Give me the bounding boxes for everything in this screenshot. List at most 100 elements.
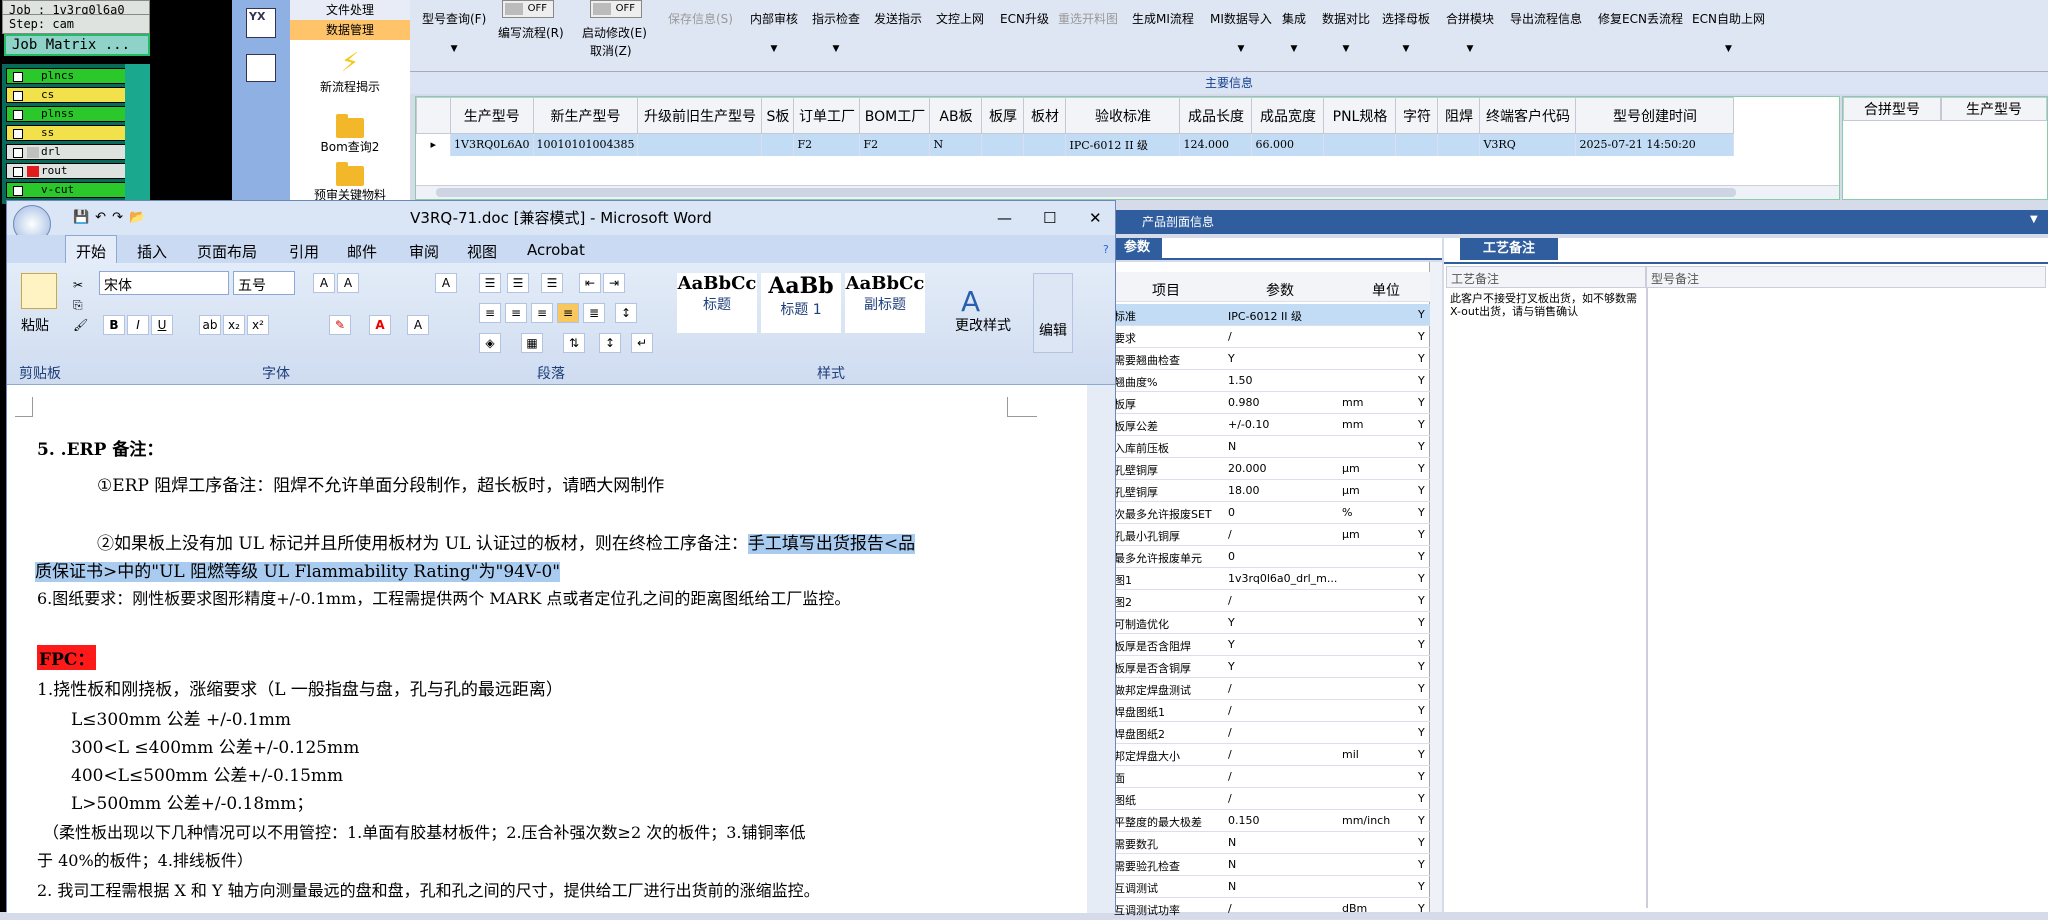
paste-label[interactable]: 粘贴 <box>21 315 49 335</box>
param-row[interactable]: 孔最小孔铜厚 / μm Y <box>1112 524 1430 546</box>
line-spacing-button[interactable]: ↕ <box>615 303 637 323</box>
tb-ecn[interactable]: ECN升级 <box>1000 10 1049 27</box>
clipboard-tools[interactable]: ✂ ⎘ 🖌 <box>73 275 88 335</box>
numbering-button[interactable]: ☰ <box>507 273 529 293</box>
param-row[interactable]: 要求 / Y <box>1112 326 1430 348</box>
grid-column-header[interactable]: S板 <box>761 97 795 134</box>
grid-column-header[interactable]: 成品宽度 <box>1251 97 1325 134</box>
grid-cell[interactable]: V3RQ <box>1479 133 1577 156</box>
param-row[interactable]: 互调测试功率 / dBm Y <box>1112 898 1430 920</box>
tb-merge[interactable]: 合拼模块 ▼ <box>1446 10 1494 54</box>
layer-item[interactable]: cs <box>6 87 126 103</box>
tb-doc-control[interactable]: 文控上网 <box>936 10 984 27</box>
tb-send[interactable]: 发送指示 <box>874 10 922 27</box>
layer-checkbox[interactable] <box>13 167 23 177</box>
layer-checkbox[interactable] <box>13 186 23 196</box>
tb-mi-import[interactable]: MI数据导入 ▼ <box>1210 10 1272 54</box>
grid-column-header[interactable]: PNL规格 <box>1323 97 1397 134</box>
layer-checkbox[interactable] <box>13 148 23 158</box>
vertical-scrollbar[interactable] <box>1430 262 1442 912</box>
param-row[interactable]: 图2 / Y <box>1112 590 1430 612</box>
layer-item[interactable]: drl <box>6 144 126 160</box>
grid-cell[interactable] <box>761 133 795 156</box>
close-button[interactable]: ✕ <box>1089 201 1102 235</box>
multilevel-button[interactable]: ☰ <box>541 273 563 293</box>
font-size-select[interactable]: 五号 <box>233 271 295 295</box>
tb-compare[interactable]: 数据对比 ▼ <box>1322 10 1370 54</box>
nav-file[interactable]: 文件处理 <box>290 0 410 20</box>
help-icon[interactable]: ? <box>1103 243 1109 256</box>
bold-button[interactable]: B <box>103 315 125 335</box>
layer-item[interactable]: plnss <box>6 106 126 122</box>
grid-cell[interactable]: F2 <box>859 133 931 156</box>
grid-column-header[interactable]: 板材 <box>1023 97 1067 134</box>
style-subtitle[interactable]: AaBbCc 副标题 <box>845 273 925 333</box>
param-row[interactable]: 可制造优化 Y Y <box>1112 612 1430 634</box>
tb-check[interactable]: 指示检查 ▼ <box>812 10 860 54</box>
toggle-switch-2[interactable]: OFF <box>590 0 642 18</box>
tb-start-edit[interactable]: 启动修改(E) <box>582 24 647 41</box>
grid-column-header[interactable]: 新生产型号 <box>532 97 639 134</box>
change-styles-icon[interactable]: A <box>961 285 980 318</box>
grid-column-header[interactable]: 生产型号 <box>450 97 534 134</box>
grid-cell[interactable]: IPC-6012 II 级 <box>1065 133 1181 156</box>
param-row[interactable]: 板厚是否含阻焊 Y Y <box>1112 634 1430 656</box>
param-row[interactable]: 图纸 / Y <box>1112 788 1430 810</box>
param-row[interactable]: 焊盘图纸1 / Y <box>1112 700 1430 722</box>
param-row[interactable]: 次最多允许报废SET 0% Y <box>1112 502 1430 524</box>
align-left-button[interactable]: ≡ <box>479 303 501 323</box>
tb-internal-review[interactable]: 内部审核 ▼ <box>750 10 798 54</box>
grid-cell[interactable]: F2 <box>793 133 861 156</box>
grid-cell[interactable] <box>1437 133 1481 156</box>
layer-item[interactable]: v-cut <box>6 182 126 198</box>
styles-gallery[interactable]: AaBbCc 标题 AaBb 标题 1 AaBbCc 副标题 <box>671 271 951 355</box>
grid-column-header[interactable]: 成品长度 <box>1179 97 1253 134</box>
tb-write-flow[interactable]: 编写流程(R) <box>498 24 564 41</box>
param-row[interactable]: 面 / Y <box>1112 766 1430 788</box>
minimize-button[interactable]: — <box>997 201 1012 235</box>
grid-column-header[interactable]: 字符 <box>1395 97 1439 134</box>
param-row[interactable]: 图1 1v3rq0l6a0_drl_m... Y <box>1112 568 1430 590</box>
char-border-button[interactable]: A <box>435 273 457 293</box>
subscript-button[interactable]: x₂ <box>223 315 245 335</box>
tb-cancel[interactable]: 取消(Z) <box>590 42 632 59</box>
grow-font-button[interactable]: A <box>313 273 335 293</box>
nav-pre[interactable]: 预审关键物料 <box>290 162 410 203</box>
layer-checkbox[interactable] <box>13 110 23 120</box>
toggle-switch[interactable]: OFF <box>502 0 554 18</box>
doc-vertical-scrollbar[interactable] <box>1087 385 1115 913</box>
param-row[interactable]: 焊盘图纸2 / Y <box>1112 722 1430 744</box>
param-row[interactable]: 做邦定焊盘测试 / Y <box>1112 678 1430 700</box>
justify-button[interactable]: ≡ <box>557 303 579 323</box>
grid-cell[interactable]: 2025-07-21 14:50:20 <box>1575 133 1735 156</box>
layer-item[interactable]: rout <box>6 163 126 179</box>
quick-access-toolbar[interactable]: 💾↶↷📂 <box>73 201 151 235</box>
tab-layout[interactable]: 页面布局 <box>197 241 257 262</box>
layer-checkbox[interactable] <box>13 91 23 101</box>
param-row[interactable]: 需要数孔 N Y <box>1112 832 1430 854</box>
grid-cell[interactable]: 66.000 <box>1251 133 1325 156</box>
show-marks-button[interactable]: ↵ <box>631 333 653 353</box>
layer-item[interactable]: plncs <box>6 68 126 84</box>
underline-button[interactable]: U <box>151 315 173 335</box>
grid-column-header[interactable]: 板厚 <box>981 97 1025 134</box>
grid-cell[interactable]: N <box>929 133 983 156</box>
param-row[interactable]: 平整度的最大极差 0.150 mm/inch Y <box>1112 810 1430 832</box>
distribute-button[interactable]: ≣ <box>583 303 605 323</box>
tb-export[interactable]: 导出流程信息 <box>1510 10 1582 27</box>
sort-button[interactable]: ⇅ <box>563 333 585 353</box>
shrink-font-button[interactable]: A <box>337 273 359 293</box>
grid-cell[interactable] <box>637 133 763 156</box>
param-row[interactable]: 板厚是否含铜厚 Y Y <box>1112 656 1430 678</box>
grid-column-header[interactable]: AB板 <box>929 97 983 134</box>
tab-home[interactable]: 开始 <box>65 235 118 263</box>
sort-az-button[interactable]: ↕ <box>599 333 621 353</box>
tb-model-query[interactable]: 型号查询(F) ▼ <box>422 10 486 54</box>
change-styles-label[interactable]: 更改样式 <box>955 315 1011 335</box>
layer-item[interactable]: ss <box>6 125 126 141</box>
align-right-button[interactable]: ≡ <box>531 303 553 323</box>
tb-mother[interactable]: 选择母板 ▼ <box>1382 10 1430 54</box>
char-shading-button[interactable]: A <box>407 315 429 335</box>
param-row[interactable]: 邦定焊盘大小 / mil Y <box>1112 744 1430 766</box>
chevron-down-icon[interactable]: ▼ <box>2030 214 2038 225</box>
